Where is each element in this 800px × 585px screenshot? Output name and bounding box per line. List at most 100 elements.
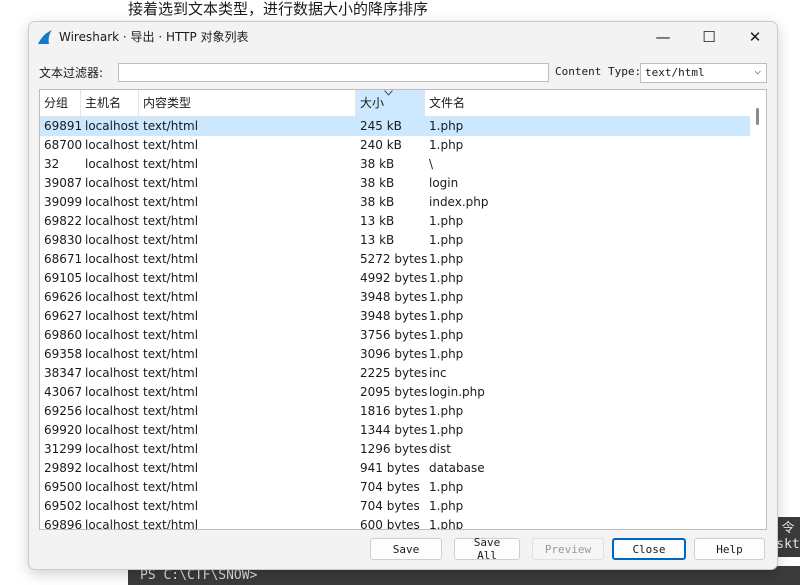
screenshot-caption: 接着选到文本类型，进行数据大小的降序排序 <box>128 0 429 18</box>
table-row[interactable]: 68700 localhost text/html 240 kB 1.php <box>40 136 750 155</box>
cell-packet: 38347 <box>44 366 83 380</box>
table-row[interactable]: 31299 localhost text/html 1296 bytes dist <box>40 440 750 459</box>
cell-packet: 69358 <box>44 347 83 361</box>
cell-packet: 39099 <box>44 195 83 209</box>
table-row[interactable]: 38347 localhost text/html 2225 bytes inc <box>40 364 750 383</box>
table-row[interactable]: 69626 localhost text/html 3948 bytes 1.php <box>40 288 750 307</box>
cell-size: 38 kB <box>360 195 395 209</box>
minimize-button[interactable]: — <box>640 22 686 52</box>
vertical-scrollbar[interactable] <box>750 90 766 529</box>
objects-table: 分组 主机名 内容类型 大小 文件名 69891 localhost text/ht… <box>39 89 767 530</box>
text-filter-input[interactable] <box>118 63 549 82</box>
cell-packet: 69626 <box>44 290 83 304</box>
table-row[interactable]: 69256 localhost text/html 1816 bytes 1.php <box>40 402 750 421</box>
table-row[interactable]: 69500 localhost text/html 704 bytes 1.php <box>40 478 750 497</box>
column-header-hostname[interactable]: 主机名 <box>81 90 139 117</box>
table-row[interactable]: 69830 localhost text/html 13 kB 1.php <box>40 231 750 250</box>
cell-content-type: text/html <box>143 290 199 304</box>
table-row[interactable]: 69502 localhost text/html 704 bytes 1.php <box>40 497 750 516</box>
content-type-select[interactable]: text/html ⌵ <box>640 63 767 83</box>
background-fragment-1: 令 <box>776 517 800 537</box>
cell-filename: \ <box>429 157 434 171</box>
cell-packet: 69500 <box>44 480 83 494</box>
save-button[interactable]: Save <box>370 538 442 560</box>
cell-size: 4992 bytes <box>360 271 428 285</box>
cell-filename: 1.php <box>429 518 464 530</box>
cell-filename: 1.php <box>429 138 464 152</box>
help-button[interactable]: Help <box>694 538 765 560</box>
cell-packet: 69920 <box>44 423 83 437</box>
save-all-button[interactable]: Save All <box>454 536 520 562</box>
background-fragment-2: skt <box>776 537 800 557</box>
cell-hostname: localhost <box>85 442 139 456</box>
table-row[interactable]: 69822 localhost text/html 13 kB 1.php <box>40 212 750 231</box>
table-row[interactable]: 69896 localhost text/html 600 bytes 1.php <box>40 516 750 530</box>
cell-hostname: localhost <box>85 404 139 418</box>
cell-content-type: text/html <box>143 499 199 513</box>
table-row[interactable]: 69358 localhost text/html 3096 bytes 1.php <box>40 345 750 364</box>
scrollbar-thumb[interactable] <box>756 108 759 125</box>
cell-packet: 69105 <box>44 271 83 285</box>
cell-filename: 1.php <box>429 480 464 494</box>
table-row[interactable]: 69860 localhost text/html 3756 bytes 1.php <box>40 326 750 345</box>
cell-filename: 1.php <box>429 233 464 247</box>
preview-button[interactable]: Preview <box>532 538 604 560</box>
minimize-icon: — <box>655 28 671 46</box>
cell-hostname: localhost <box>85 385 139 399</box>
cell-filename: 1.php <box>429 309 464 323</box>
export-http-objects-dialog: Wireshark · 导出 · HTTP 对象列表 — ☐ ✕ 文本过滤器: … <box>28 21 778 570</box>
cell-hostname: localhost <box>85 423 139 437</box>
cell-size: 1296 bytes <box>360 442 428 456</box>
cell-hostname: localhost <box>85 347 139 361</box>
column-header-packet[interactable]: 分组 <box>40 90 81 117</box>
cell-size: 2095 bytes <box>360 385 428 399</box>
cell-hostname: localhost <box>85 252 139 266</box>
cell-content-type: text/html <box>143 195 199 209</box>
cell-packet: 39087 <box>44 176 83 190</box>
cell-size: 704 bytes <box>360 480 420 494</box>
cell-hostname: localhost <box>85 461 139 475</box>
cell-size: 240 kB <box>360 138 402 152</box>
table-row[interactable]: 69105 localhost text/html 4992 bytes 1.php <box>40 269 750 288</box>
content-type-value: text/html <box>645 66 705 79</box>
cell-size: 3948 bytes <box>360 309 428 323</box>
maximize-icon: ☐ <box>702 28 716 46</box>
cell-hostname: localhost <box>85 195 139 209</box>
column-header-content-type[interactable]: 内容类型 <box>139 90 356 117</box>
size-header-label: 大小 <box>360 96 385 110</box>
cell-packet: 29892 <box>44 461 83 475</box>
cell-size: 3948 bytes <box>360 290 428 304</box>
cell-size: 1816 bytes <box>360 404 428 418</box>
column-header-size[interactable]: 大小 <box>356 90 425 117</box>
cell-content-type: text/html <box>143 404 199 418</box>
cell-filename: index.php <box>429 195 489 209</box>
table-row[interactable]: 69920 localhost text/html 1344 bytes 1.php <box>40 421 750 440</box>
cell-packet: 68700 <box>44 138 83 152</box>
maximize-button[interactable]: ☐ <box>686 22 732 52</box>
table-row[interactable]: 69627 localhost text/html 3948 bytes 1.php <box>40 307 750 326</box>
cell-packet: 31299 <box>44 442 83 456</box>
cell-hostname: localhost <box>85 499 139 513</box>
table-row[interactable]: 39099 localhost text/html 38 kB index.php <box>40 193 750 212</box>
cell-content-type: text/html <box>143 423 199 437</box>
cell-content-type: text/html <box>143 461 199 475</box>
cell-size: 245 kB <box>360 119 402 133</box>
cell-hostname: localhost <box>85 271 139 285</box>
terminal-prompt: PS C:\CTF\SNOW> <box>140 568 258 583</box>
cell-filename: 1.php <box>429 252 464 266</box>
table-row[interactable]: 39087 localhost text/html 38 kB login <box>40 174 750 193</box>
cell-hostname: localhost <box>85 366 139 380</box>
cell-content-type: text/html <box>143 366 199 380</box>
close-window-button[interactable]: ✕ <box>732 22 777 52</box>
close-button[interactable]: Close <box>612 538 686 560</box>
cell-content-type: text/html <box>143 385 199 399</box>
column-header-filename[interactable]: 文件名 <box>425 90 750 117</box>
cell-filename: 1.php <box>429 290 464 304</box>
table-row[interactable]: 29892 localhost text/html 941 bytes database <box>40 459 750 478</box>
table-row[interactable]: 43067 localhost text/html 2095 bytes login.p… <box>40 383 750 402</box>
table-row[interactable]: 69891 localhost text/html 245 kB 1.php <box>40 117 750 136</box>
table-row[interactable]: 32 localhost text/html 38 kB \ <box>40 155 750 174</box>
title-bar[interactable]: Wireshark · 导出 · HTTP 对象列表 — ☐ ✕ <box>29 22 777 52</box>
content-type-label: Content Type: <box>555 65 642 78</box>
table-row[interactable]: 68671 localhost text/html 5272 bytes 1.php <box>40 250 750 269</box>
